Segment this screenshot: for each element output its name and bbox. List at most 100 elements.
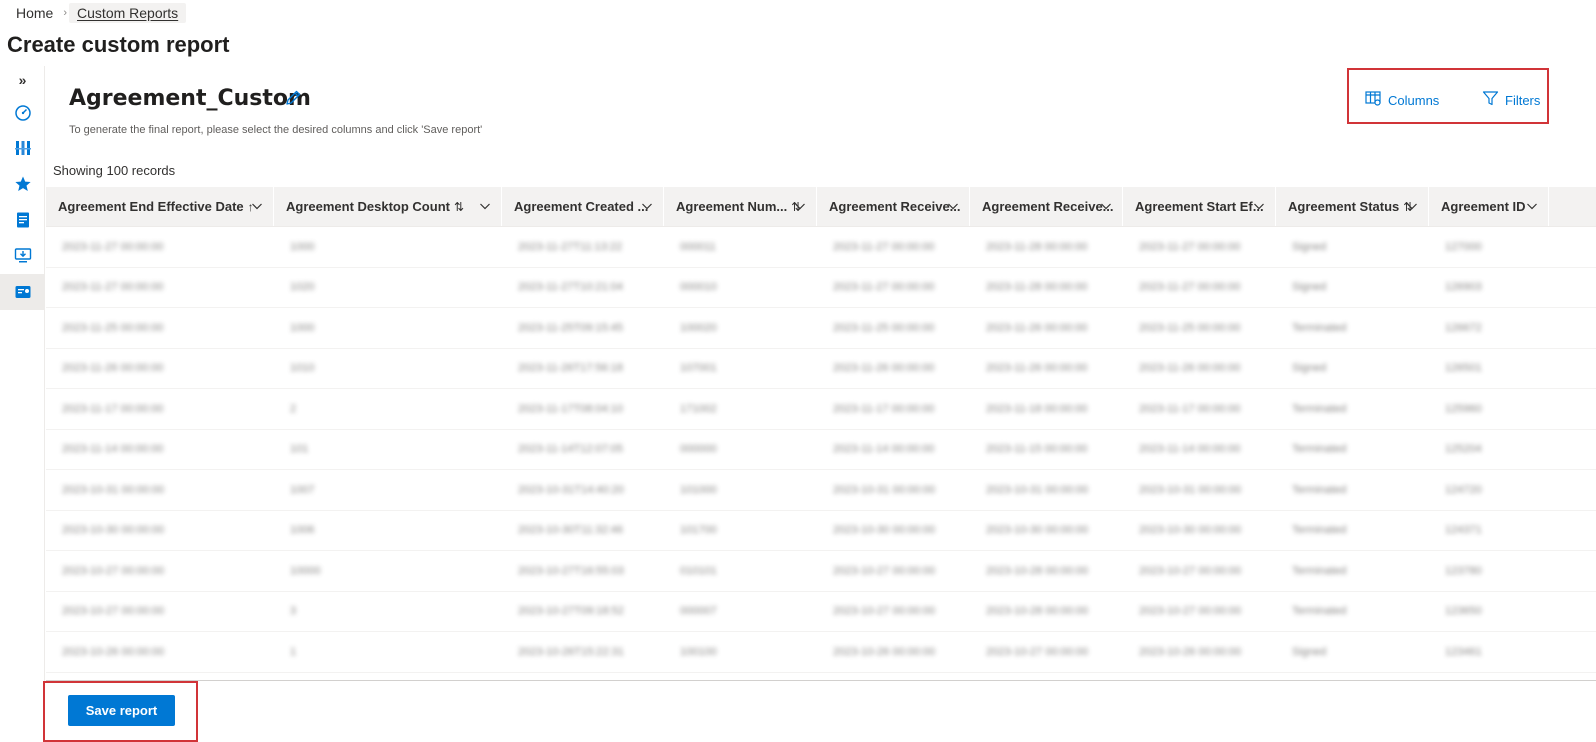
chevron-down-icon[interactable] <box>1406 200 1418 212</box>
table-cell: 000011 <box>680 240 716 253</box>
table-cell: 2023-10-31 00:00:00 <box>833 483 936 496</box>
table-cell: 2023-10-28 00:00:00 <box>986 605 1089 618</box>
filters-button[interactable]: Filters <box>1482 90 1540 110</box>
column-header[interactable]: Agreement End Effective Date ↑ <box>46 187 274 226</box>
table-cell: 2023-10-27T09:18:52 <box>518 605 624 618</box>
table-cell: 1020 <box>290 281 315 294</box>
breadcrumb: Home › Custom Reports <box>8 3 187 23</box>
table-cell: Signed <box>1292 240 1327 253</box>
table-cell: Signed <box>1292 362 1327 375</box>
chevron-down-icon[interactable] <box>1253 200 1265 212</box>
edit-pencil-icon[interactable] <box>284 89 302 107</box>
table-cell: 123650 <box>1445 605 1482 618</box>
expand-nav-button[interactable]: » <box>0 66 45 94</box>
sort-icon[interactable]: ⇅ <box>454 200 464 214</box>
table-row[interactable]: 2023-11-27 00:00:00 1020 2023-11-27T10:21:… <box>46 268 1596 308</box>
table-row[interactable]: 2023-11-26 00:00:00 1010 2023-11-26T17:56:… <box>46 349 1596 389</box>
table-cell: 10000 <box>290 564 321 577</box>
filter-icon <box>1482 90 1505 110</box>
table-cell: 2023-11-17 00:00:00 <box>833 402 935 415</box>
dashboard-icon[interactable] <box>0 94 45 130</box>
table-cell: 2023-11-14 00:00:00 <box>62 443 164 456</box>
table-row[interactable]: 2023-11-14 00:00:00 101 2023-11-14T12:07:0… <box>46 430 1596 470</box>
column-header[interactable]: Agreement Start Ef... <box>1123 187 1276 226</box>
save-report-button[interactable]: Save report <box>68 695 175 726</box>
report-table: Agreement End Effective Date ↑ Agreement D… <box>46 187 1596 673</box>
favorites-icon[interactable] <box>0 166 45 202</box>
table-row[interactable]: 2023-11-27 00:00:00 1000 2023-11-27T11:13:… <box>46 227 1596 268</box>
breadcrumb-current[interactable]: Custom Reports <box>69 3 187 23</box>
table-cell: 1000 <box>290 321 315 334</box>
column-header-label: Agreement Status <box>1288 199 1400 214</box>
table-cell: 1 <box>290 645 297 658</box>
table-row[interactable]: 2023-10-31 00:00:00 1007 2023-10-31T14:40:… <box>46 470 1596 511</box>
table-cell: 124371 <box>1445 524 1482 537</box>
report-icon[interactable] <box>0 202 45 238</box>
table-cell: 2023-10-27 00:00:00 <box>1139 564 1242 577</box>
table-cell: 2023-11-28 00:00:00 <box>986 281 1088 294</box>
table-cell: 100020 <box>680 321 717 334</box>
column-header[interactable]: Agreement Receive... <box>817 187 970 226</box>
download-monitor-icon[interactable] <box>0 238 45 274</box>
table-cell: 125960 <box>1445 402 1482 415</box>
table-cell: 2023-10-30 00:00:00 <box>986 524 1089 537</box>
table-row[interactable]: 2023-10-27 00:00:00 10000 2023-10-27T16:55… <box>46 551 1596 592</box>
table-cell: 126501 <box>1445 362 1482 375</box>
table-cell: 2023-11-14 00:00:00 <box>833 443 935 456</box>
columns-button[interactable]: Columns <box>1365 90 1439 110</box>
table-row[interactable]: 2023-11-17 00:00:00 2 2023-11-17T08:04:10 1… <box>46 389 1596 430</box>
custom-report-icon[interactable] <box>0 274 45 310</box>
table-cell: Terminated <box>1292 321 1347 334</box>
table-cell: 2023-11-26 00:00:00 <box>986 362 1088 375</box>
table-cell: 2023-11-15 00:00:00 <box>986 443 1088 456</box>
table-cell: 2023-11-17T08:04:10 <box>518 402 623 415</box>
column-header[interactable]: Agreement Status ⇅ <box>1276 187 1429 226</box>
column-header[interactable]: Agreement Receive... <box>970 187 1123 226</box>
table-cell: 010101 <box>680 564 717 577</box>
table-cell: 000007 <box>680 605 717 618</box>
table-cell: 2023-11-28 00:00:00 <box>986 240 1088 253</box>
table-cell: 2023-11-27 00:00:00 <box>833 281 935 294</box>
table-cell: 2023-11-14T12:07:05 <box>518 443 623 456</box>
table-cell: 125204 <box>1445 443 1482 456</box>
table-cell: 2023-10-27 00:00:00 <box>833 564 936 577</box>
chevron-down-icon[interactable] <box>1526 200 1538 212</box>
column-header[interactable]: Agreement Num... ⇅ <box>664 187 817 226</box>
column-header-label: Agreement Num... <box>676 199 788 214</box>
table-cell: 2023-10-27 00:00:00 <box>833 605 936 618</box>
table-row[interactable]: 2023-11-25 00:00:00 1000 2023-11-25T09:15:… <box>46 308 1596 349</box>
table-cell: 101700 <box>680 524 717 537</box>
table-row[interactable]: 2023-10-26 00:00:00 1 2023-10-26T15:22:31 1… <box>46 632 1596 673</box>
table-cell: Terminated <box>1292 564 1347 577</box>
breadcrumb-home[interactable]: Home <box>8 3 61 23</box>
chevron-down-icon[interactable] <box>479 200 491 212</box>
column-header[interactable]: Agreement Desktop Count ⇅ <box>274 187 502 226</box>
chevron-down-icon[interactable] <box>794 200 806 212</box>
table-cell: 127000 <box>1445 240 1482 253</box>
table-cell: 2023-11-26T17:56:18 <box>518 362 623 375</box>
table-cell: 2023-10-30T11:32:46 <box>518 524 623 537</box>
column-header[interactable]: Agreement Created ... <box>502 187 664 226</box>
column-header[interactable]: Agreement ID <box>1429 187 1549 226</box>
table-row[interactable]: 2023-10-30 00:00:00 1006 2023-10-30T11:32:… <box>46 511 1596 551</box>
table-cell: 2023-10-27 00:00:00 <box>986 645 1089 658</box>
table-cell: 2023-11-26 00:00:00 <box>833 362 935 375</box>
column-header-label: Agreement Created ... <box>514 199 649 214</box>
table-cell: 2023-10-26 00:00:00 <box>833 645 936 658</box>
columns-icon[interactable] <box>0 130 45 166</box>
column-header-label: Agreement Receive... <box>982 199 1114 214</box>
chevron-down-icon[interactable] <box>947 200 959 212</box>
table-cell: 2023-11-14 00:00:00 <box>1139 443 1241 456</box>
table-cell: 107001 <box>680 362 717 375</box>
table-row[interactable]: 2023-10-27 00:00:00 3 2023-10-27T09:18:52 0… <box>46 592 1596 632</box>
report-name: Agreement_Custom <box>69 86 311 111</box>
column-header-label: Agreement Desktop Count <box>286 199 450 214</box>
divider <box>46 680 1596 681</box>
table-header: Agreement End Effective Date ↑ Agreement D… <box>46 187 1596 227</box>
chevron-down-icon[interactable] <box>641 200 653 212</box>
table-cell: Terminated <box>1292 605 1347 618</box>
report-instructions: To generate the final report, please sel… <box>69 124 483 136</box>
table-cell: 2023-11-25 00:00:00 <box>1139 321 1241 334</box>
chevron-down-icon[interactable] <box>251 200 263 212</box>
chevron-down-icon[interactable] <box>1100 200 1112 212</box>
